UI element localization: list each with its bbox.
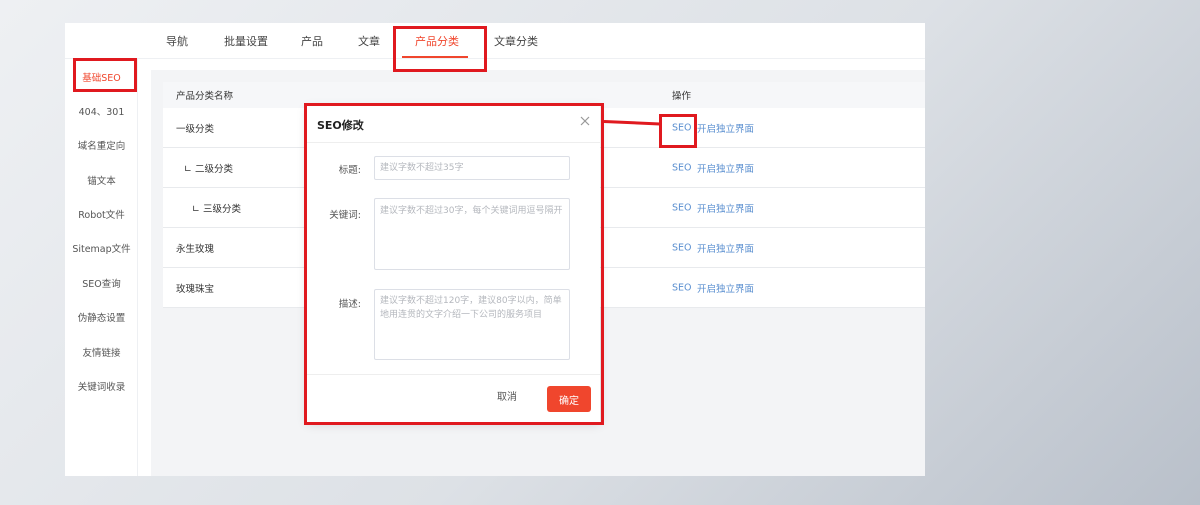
sidebar-item-pseudo-static[interactable]: 伪静态设置	[65, 310, 138, 324]
category-name: ∟ 三级分类	[192, 203, 241, 215]
open-standalone-link[interactable]: 开启独立界面	[697, 281, 754, 295]
tab-article-categories[interactable]: 文章分类	[494, 33, 538, 49]
sidebar: 基础SEO 404、301 域名重定向 锚文本 Robot文件 Sitemap文…	[65, 59, 138, 476]
top-tab-bar: 导航 批量设置 产品 文章 产品分类 文章分类	[65, 23, 925, 59]
tab-batch-settings[interactable]: 批量设置	[224, 33, 268, 49]
tab-products[interactable]: 产品	[301, 33, 323, 49]
open-standalone-link[interactable]: 开启独立界面	[697, 241, 754, 255]
category-name: 玫瑰珠宝	[176, 283, 215, 295]
seo-link[interactable]: SEO	[672, 242, 692, 253]
sidebar-item-sitemap-file[interactable]: Sitemap文件	[65, 241, 138, 255]
highlight-box-dialog	[304, 103, 604, 425]
seo-link[interactable]: SEO	[672, 162, 692, 173]
sidebar-item-robot-file[interactable]: Robot文件	[65, 207, 138, 221]
sidebar-item-anchor-text[interactable]: 锚文本	[65, 173, 138, 187]
open-standalone-link[interactable]: 开启独立界面	[697, 161, 754, 175]
highlight-box-sidebar	[73, 58, 137, 92]
column-header-name: 产品分类名称	[176, 91, 234, 102]
sidebar-item-keyword-index[interactable]: 关键词收录	[65, 379, 138, 393]
highlight-box-seo-link	[659, 114, 697, 148]
open-standalone-link[interactable]: 开启独立界面	[697, 201, 754, 215]
seo-link[interactable]: SEO	[672, 202, 692, 213]
sidebar-item-404-301[interactable]: 404、301	[65, 104, 138, 118]
column-header-action: 操作	[672, 91, 692, 102]
seo-link[interactable]: SEO	[672, 282, 692, 293]
category-name: ∟ 二级分类	[184, 163, 233, 175]
sidebar-item-seo-query[interactable]: SEO查询	[65, 276, 138, 290]
category-name: 永生玫瑰	[176, 243, 215, 255]
tab-navigation[interactable]: 导航	[166, 33, 188, 49]
highlight-box-tab	[393, 26, 487, 72]
sidebar-item-domain-redirect[interactable]: 域名重定向	[65, 138, 138, 152]
sidebar-item-friend-links[interactable]: 友情链接	[65, 345, 138, 359]
tab-articles[interactable]: 文章	[358, 33, 380, 49]
open-standalone-link[interactable]: 开启独立界面	[697, 121, 754, 135]
category-name: 一级分类	[176, 123, 215, 135]
